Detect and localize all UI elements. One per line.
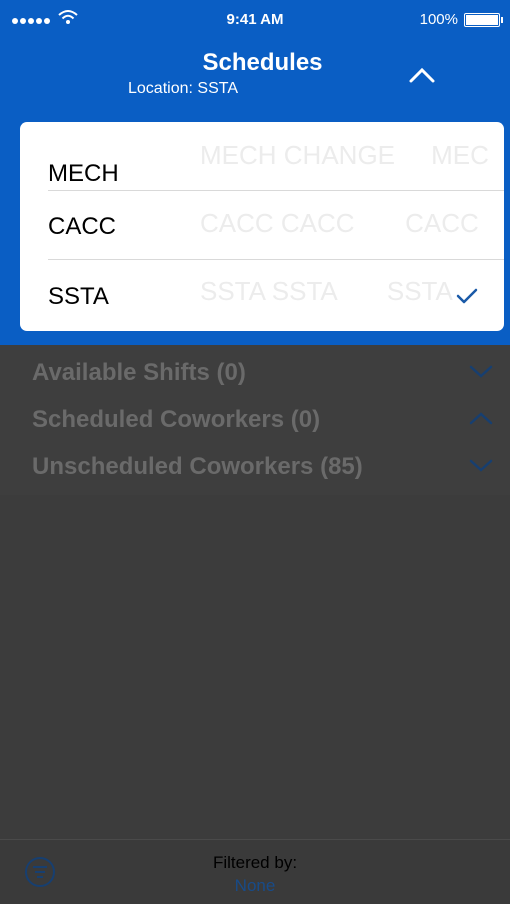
section-label: Available Shifts (0) xyxy=(32,359,246,386)
battery-percent: 100% xyxy=(419,11,458,28)
header: 9:41 AM 100% Schedules Location: SSTA ME… xyxy=(0,0,510,345)
filter-value[interactable]: None xyxy=(0,876,510,896)
status-bar: 9:41 AM 100% xyxy=(0,0,510,40)
chevron-up-icon xyxy=(469,412,493,425)
section-available-shifts[interactable]: Available Shifts (0) xyxy=(0,345,510,391)
dropdown-option-mech[interactable]: MECH xyxy=(20,122,504,191)
divider xyxy=(48,259,504,260)
option-label: MECH xyxy=(48,160,119,187)
dropdown-option-ssta[interactable]: SSTA xyxy=(20,261,504,330)
location-selector[interactable]: Location: SSTA xyxy=(128,80,238,98)
chevron-down-icon xyxy=(469,365,493,378)
location-label: Location: xyxy=(128,80,193,97)
option-label: CACC xyxy=(48,213,117,240)
location-value: SSTA xyxy=(197,80,238,97)
chevron-down-icon xyxy=(469,459,493,472)
section-label: Unscheduled Coworkers (85) xyxy=(32,453,363,480)
battery-icon xyxy=(464,13,503,27)
content-area xyxy=(0,495,510,840)
section-unscheduled-coworkers[interactable]: Unscheduled Coworkers (85) xyxy=(0,439,510,485)
section-label: Scheduled Coworkers (0) xyxy=(32,406,321,433)
location-dropdown: MECH CHANGE MEC CACC CACC CACC SSTA SSTA… xyxy=(20,122,504,331)
checkmark-icon xyxy=(456,288,478,304)
section-scheduled-coworkers[interactable]: Scheduled Coworkers (0) xyxy=(0,392,510,438)
dropdown-option-cacc[interactable]: CACC xyxy=(20,191,504,260)
chevron-up-icon[interactable] xyxy=(405,62,439,88)
option-label: SSTA xyxy=(48,283,109,310)
filter-caption: Filtered by: xyxy=(212,853,298,872)
filter-footer: Filtered by: None xyxy=(0,839,510,904)
